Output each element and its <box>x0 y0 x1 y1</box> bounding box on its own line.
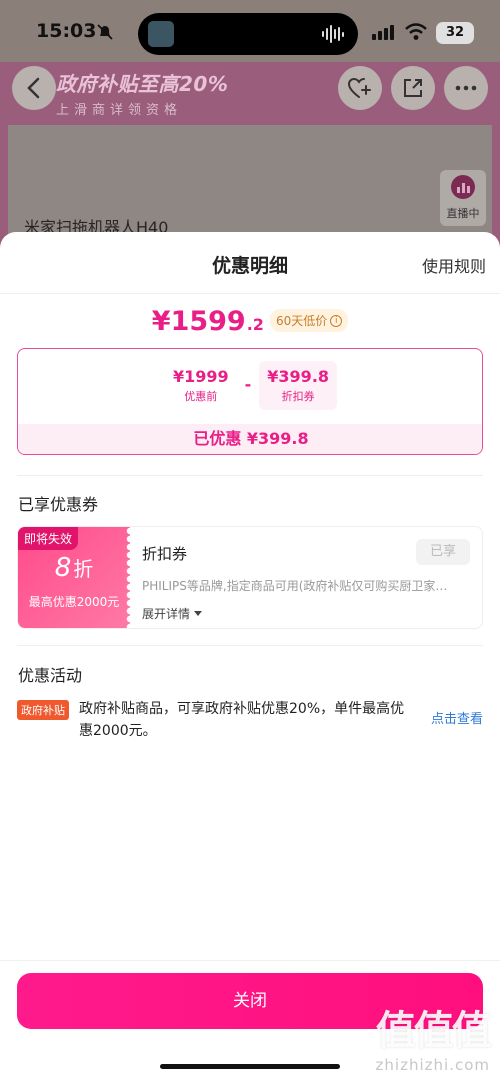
original-price-item: ¥1999 优惠前 <box>165 361 237 410</box>
expand-details-button[interactable]: 展开详情 <box>142 605 203 622</box>
back-arrow-icon <box>27 77 40 99</box>
status-bar: 15:03 32 <box>0 0 500 62</box>
coupon-name: 折扣券 <box>142 545 188 563</box>
low-price-label: 60天低价 <box>275 314 328 328</box>
bell-muted-icon <box>97 24 113 40</box>
live-icon <box>451 175 475 199</box>
low-price-tag[interactable]: 60天低价 i <box>269 309 349 332</box>
signal-icon <box>372 25 394 40</box>
discount-label: 折扣券 <box>281 390 315 403</box>
more-button[interactable] <box>444 66 488 110</box>
sheet-header: 优惠明细 使用规则 <box>0 232 500 294</box>
footer-divider <box>0 960 500 961</box>
home-indicator[interactable] <box>160 1064 340 1069</box>
expire-tag: 即将失效 <box>18 527 79 550</box>
island-avatar <box>148 21 174 47</box>
price-main: ¥1599 <box>151 306 246 337</box>
live-badge[interactable]: 直播中 <box>440 170 486 226</box>
coupon-discount-unit: 折 <box>73 557 94 581</box>
share-icon <box>404 79 422 97</box>
heart-plus-icon <box>347 77 371 98</box>
share-button[interactable] <box>391 66 435 110</box>
coupon-card: 即将失效 8折 最高优惠2000元 折扣券 已享 PHILIPS等品牌,指定商品… <box>17 526 483 629</box>
status-time: 15:03 <box>36 20 97 42</box>
rules-link[interactable]: 使用规则 <box>422 253 486 277</box>
price-decimal: .2 <box>246 315 264 334</box>
view-details-link[interactable]: 点击查看 <box>431 708 483 727</box>
promo-banner: 政府补贴至高20% 上滑商详领资格 <box>56 68 266 124</box>
promo-sub-text: 上滑商详领资格 <box>56 103 183 118</box>
minus-sign: - <box>244 375 252 394</box>
watermark-url: zhizhizhi.com <box>375 1056 490 1074</box>
expand-details-label: 展开详情 <box>142 607 191 621</box>
coupon-max-text: 最高优惠2000元 <box>28 595 120 609</box>
favorite-button[interactable] <box>338 66 382 110</box>
more-icon <box>455 85 477 91</box>
live-label: 直播中 <box>446 207 480 220</box>
original-price-value: ¥1999 <box>172 367 229 386</box>
coupons-section-title: 已享优惠券 <box>18 495 99 514</box>
chevron-down-icon <box>194 611 203 616</box>
dynamic-island <box>138 13 358 55</box>
activity-section-title: 优惠活动 <box>18 666 83 685</box>
divider <box>17 645 483 646</box>
coupon-description: PHILIPS等品牌,指定商品可用(政府补贴仅可购买厨卫家… <box>142 579 448 593</box>
final-price-row: ¥1599 .2 60天低价 i <box>0 306 500 346</box>
price-calculation-box: ¥1999 优惠前 - ¥399.8 折扣券 已优惠 ¥399.8 <box>17 348 483 455</box>
watermark: 值值值 zhizhizhi.com <box>375 998 492 1074</box>
info-icon: i <box>330 314 343 327</box>
original-price-label: 优惠前 <box>184 390 218 403</box>
saved-amount: 已优惠 ¥399.8 <box>18 424 482 454</box>
activity-row: 政府补贴 政府补贴商品，可享政府补贴优惠20%，单件最高优惠2000元。 点击查… <box>17 698 483 742</box>
audio-wave-icon <box>322 25 344 43</box>
back-button[interactable] <box>12 66 56 110</box>
wifi-icon <box>405 23 427 40</box>
coupon-discount-number: 8 <box>54 553 72 583</box>
divider <box>17 475 483 476</box>
activity-text: 政府补贴商品，可享政府补贴优惠20%，单件最高优惠2000元。 <box>79 701 405 739</box>
gov-subsidy-tag: 政府补贴 <box>17 700 69 720</box>
discount-item: ¥399.8 折扣券 <box>259 361 338 410</box>
coupon-used-badge: 已享 <box>416 539 470 565</box>
calculation-row: ¥1999 优惠前 - ¥399.8 折扣券 <box>18 361 482 410</box>
discount-value: ¥399.8 <box>267 367 330 386</box>
promo-main-text: 政府补贴至高20% <box>56 72 229 96</box>
watermark-logo: 值值值 <box>375 1008 492 1054</box>
coupon-value-panel: 即将失效 8折 最高优惠2000元 <box>18 527 134 628</box>
discount-detail-sheet: 优惠明细 使用规则 ¥1599 .2 60天低价 i ¥1999 优惠前 - ¥… <box>0 232 500 1083</box>
battery-indicator: 32 <box>436 22 474 44</box>
coupon-discount: 8折 <box>18 553 130 583</box>
